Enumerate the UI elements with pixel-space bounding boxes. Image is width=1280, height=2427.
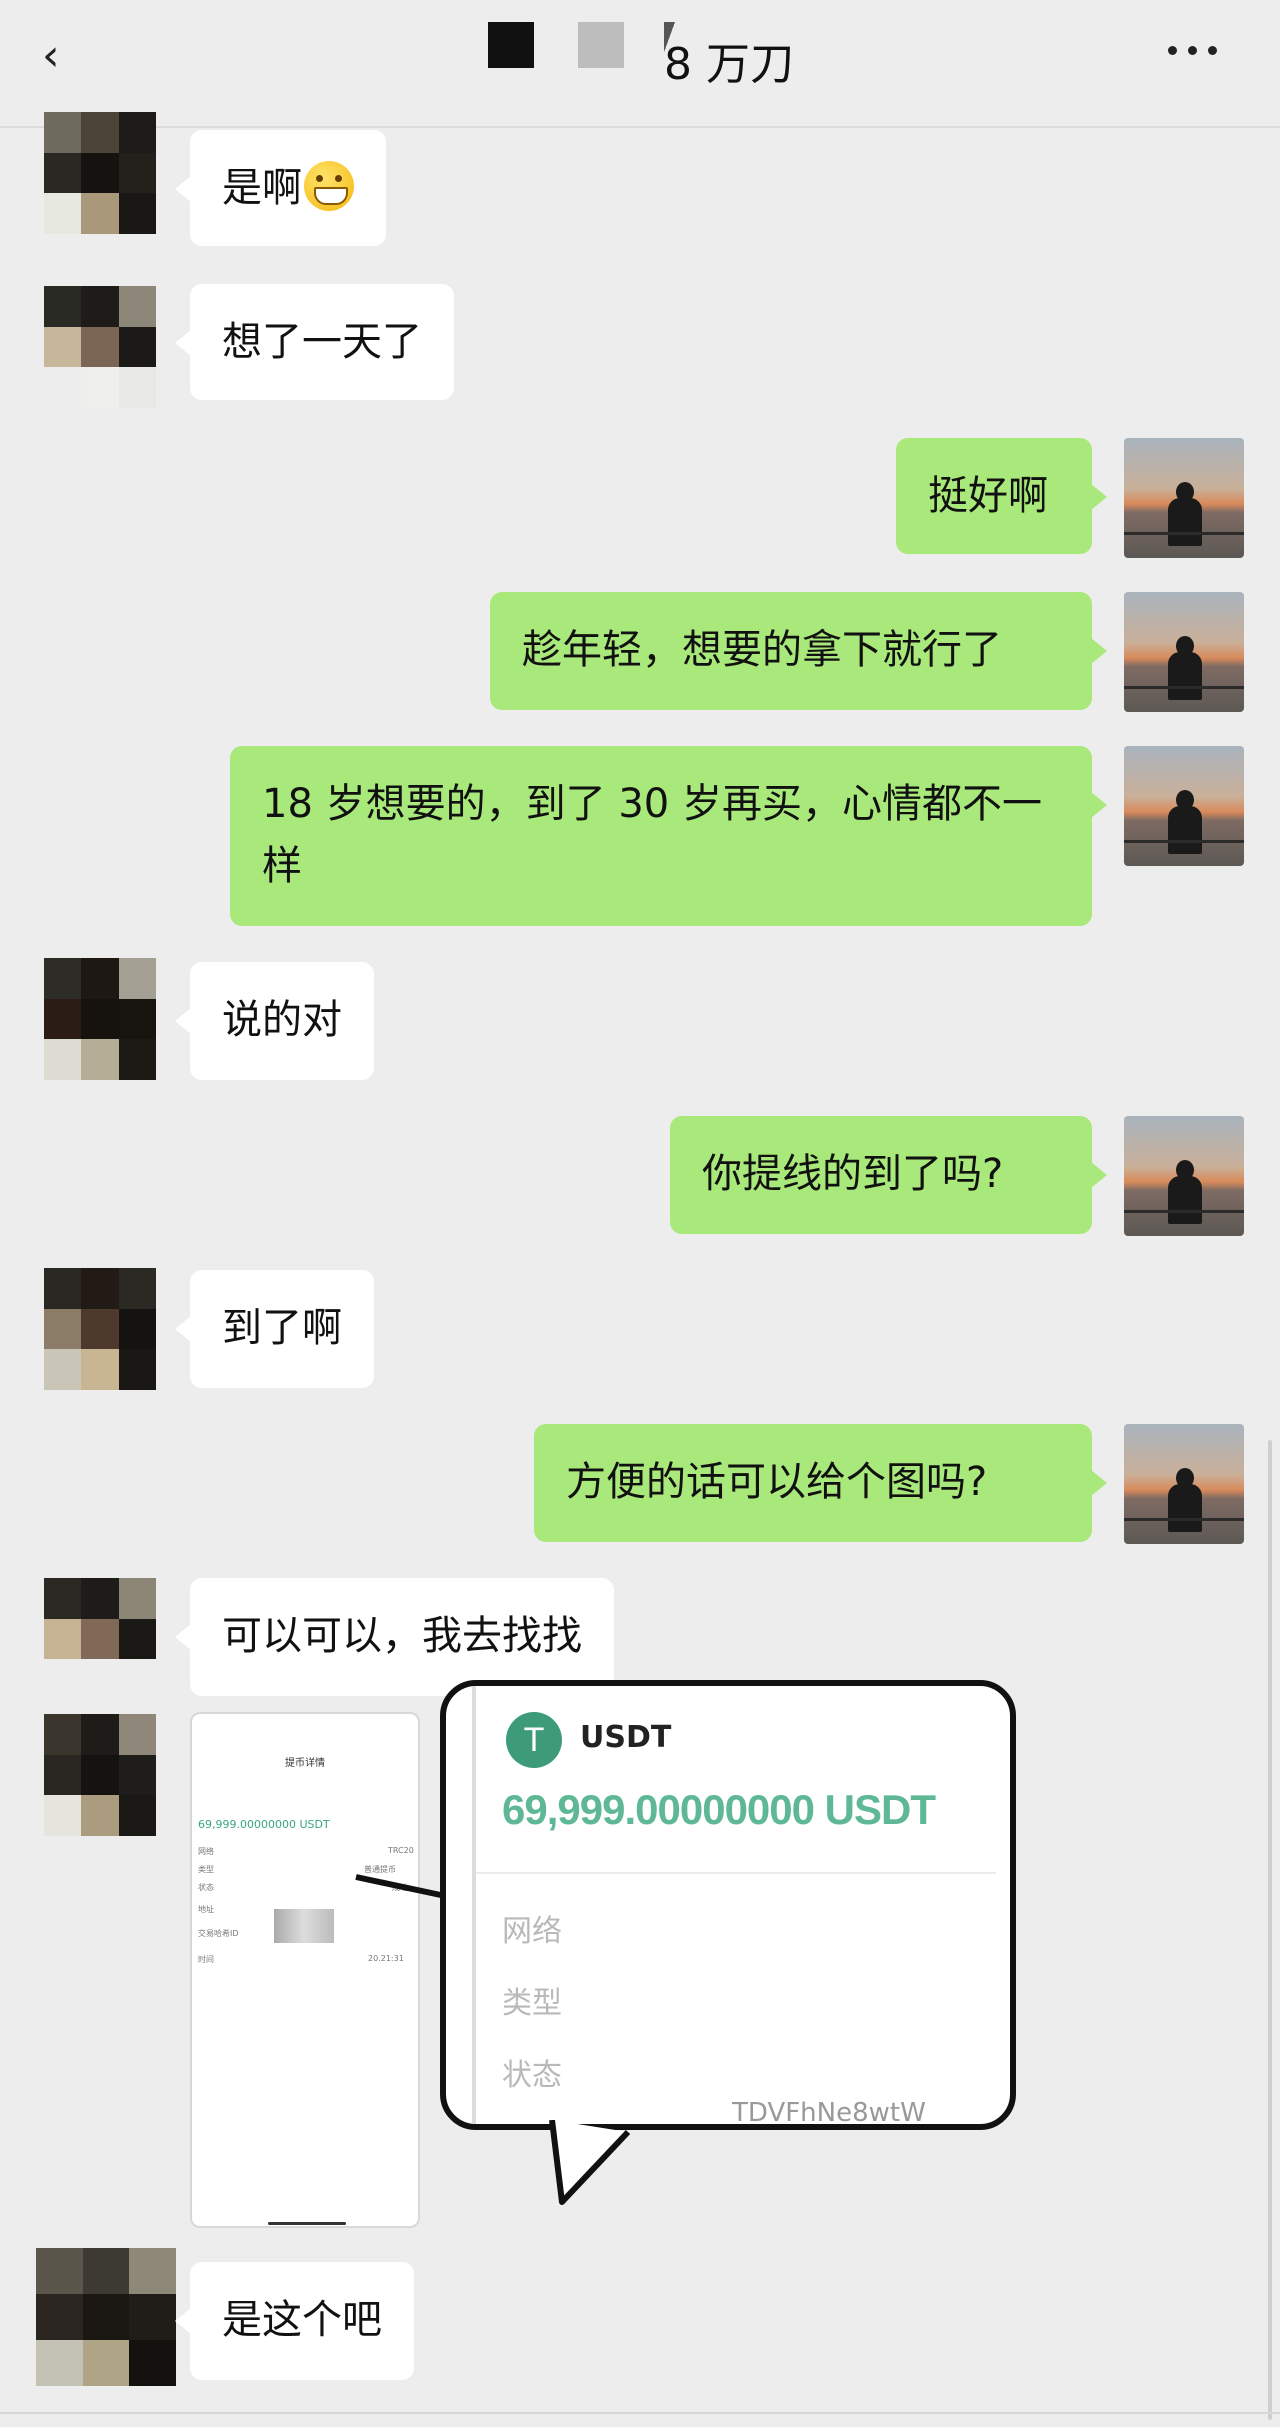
message-text: 是啊 bbox=[222, 165, 302, 211]
self-avatar[interactable] bbox=[1124, 746, 1244, 866]
contact-avatar[interactable] bbox=[36, 2248, 176, 2386]
message-text: 说的对 bbox=[222, 997, 342, 1043]
contact-avatar[interactable] bbox=[44, 112, 156, 234]
message-bubble[interactable]: 是啊 bbox=[175, 130, 386, 246]
divider bbox=[476, 1872, 996, 1874]
detail-label: 类型 bbox=[502, 1986, 562, 2021]
screenshot-row-label: 时间 bbox=[198, 1955, 214, 1964]
scrollbar[interactable] bbox=[1268, 1440, 1272, 2420]
message-bubble[interactable]: 想了一天了 bbox=[175, 284, 454, 400]
message-text: 你提线的到了吗? bbox=[702, 1151, 1004, 1197]
chat-title: 8 万刀 bbox=[664, 39, 794, 90]
home-indicator bbox=[268, 2222, 346, 2225]
address-fragment: TDVFhNe8wtW bbox=[732, 2098, 926, 2128]
message-text: 方便的话可以给个图吗? bbox=[566, 1459, 988, 1505]
message-bubble[interactable]: 是这个吧 bbox=[175, 2262, 414, 2380]
message-bubble[interactable]: 说的对 bbox=[175, 962, 374, 1080]
self-avatar[interactable] bbox=[1124, 438, 1244, 558]
censor-block bbox=[578, 22, 624, 68]
contact-avatar[interactable] bbox=[44, 958, 156, 1080]
screenshot-row-label: 地址 bbox=[198, 1905, 214, 1914]
message-bubble[interactable]: 可以可以，我去找找 bbox=[175, 1578, 614, 1696]
self-avatar[interactable] bbox=[1124, 592, 1244, 712]
withdraw-amount: 69,999.00000000 USDT bbox=[502, 1786, 936, 1833]
grinning-face-icon bbox=[304, 161, 354, 211]
contact-avatar[interactable] bbox=[44, 1268, 156, 1390]
message-text: 18 岁想要的，到了 30 岁再买，心情都不一样 bbox=[262, 781, 1042, 889]
back-icon[interactable]: ‹ bbox=[42, 34, 78, 78]
message-bubble[interactable]: 你提线的到了吗? bbox=[670, 1116, 1107, 1234]
message-text: 是这个吧 bbox=[222, 2297, 382, 2343]
image-message[interactable]: 提币详情 69,999.00000000 USDT 网络 TRC20 类型 普通… bbox=[190, 1712, 420, 2228]
contact-avatar[interactable] bbox=[44, 286, 156, 408]
message-bubble[interactable]: 挺好啊 bbox=[896, 438, 1107, 554]
tether-logo-icon: T bbox=[506, 1712, 562, 1768]
censor-block bbox=[488, 22, 534, 68]
screenshot-row-label: 类型 bbox=[198, 1865, 214, 1874]
more-dots-icon[interactable] bbox=[1168, 40, 1228, 60]
detail-label: 网络 bbox=[502, 1914, 562, 1949]
zoom-callout: T USDT 69,999.00000000 USDT 网络 类型 状态 TDV… bbox=[440, 1680, 1016, 2130]
screenshot-row-value: 普通提币 bbox=[364, 1865, 396, 1874]
message-text: 趁年轻，想要的拿下就行了 bbox=[522, 627, 1002, 673]
self-avatar[interactable] bbox=[1124, 1424, 1244, 1544]
message-bubble[interactable]: 到了啊 bbox=[175, 1270, 374, 1388]
message-text: 想了一天了 bbox=[222, 319, 422, 365]
contact-avatar[interactable] bbox=[44, 1578, 156, 1700]
token-name: USDT bbox=[580, 1720, 672, 1755]
screenshot-row-label: 交易哈希ID bbox=[198, 1929, 239, 1938]
message-bubble[interactable]: 方便的话可以给个图吗? bbox=[534, 1424, 1107, 1542]
detail-label: 状态 bbox=[502, 2058, 562, 2093]
callout-tail bbox=[549, 2120, 631, 2205]
message-text: 挺好啊 bbox=[928, 473, 1048, 519]
message-text: 可以可以，我去找找 bbox=[222, 1613, 582, 1659]
contact-avatar[interactable] bbox=[44, 1714, 156, 1836]
blurred-address bbox=[274, 1909, 334, 1943]
message-text: 到了啊 bbox=[222, 1305, 342, 1351]
screenshot-header: 提币详情 bbox=[285, 1758, 325, 1769]
divider bbox=[0, 2412, 1280, 2414]
screenshot-row-label: 状态 bbox=[198, 1883, 214, 1892]
self-avatar[interactable] bbox=[1124, 1116, 1244, 1236]
screenshot-row-label: 网络 bbox=[198, 1847, 214, 1856]
screenshot-row-value: TRC20 bbox=[388, 1846, 414, 1855]
screenshot-amount: 69,999.00000000 USDT bbox=[198, 1818, 330, 1831]
message-bubble[interactable]: 18 岁想要的，到了 30 岁再买，心情都不一样 bbox=[230, 746, 1107, 926]
screenshot-row-value: 20.21:31 bbox=[368, 1954, 404, 1963]
chat-header: ‹ 8 万刀 bbox=[0, 0, 1280, 128]
divider bbox=[472, 1686, 476, 2124]
message-bubble[interactable]: 趁年轻，想要的拿下就行了 bbox=[490, 592, 1107, 710]
